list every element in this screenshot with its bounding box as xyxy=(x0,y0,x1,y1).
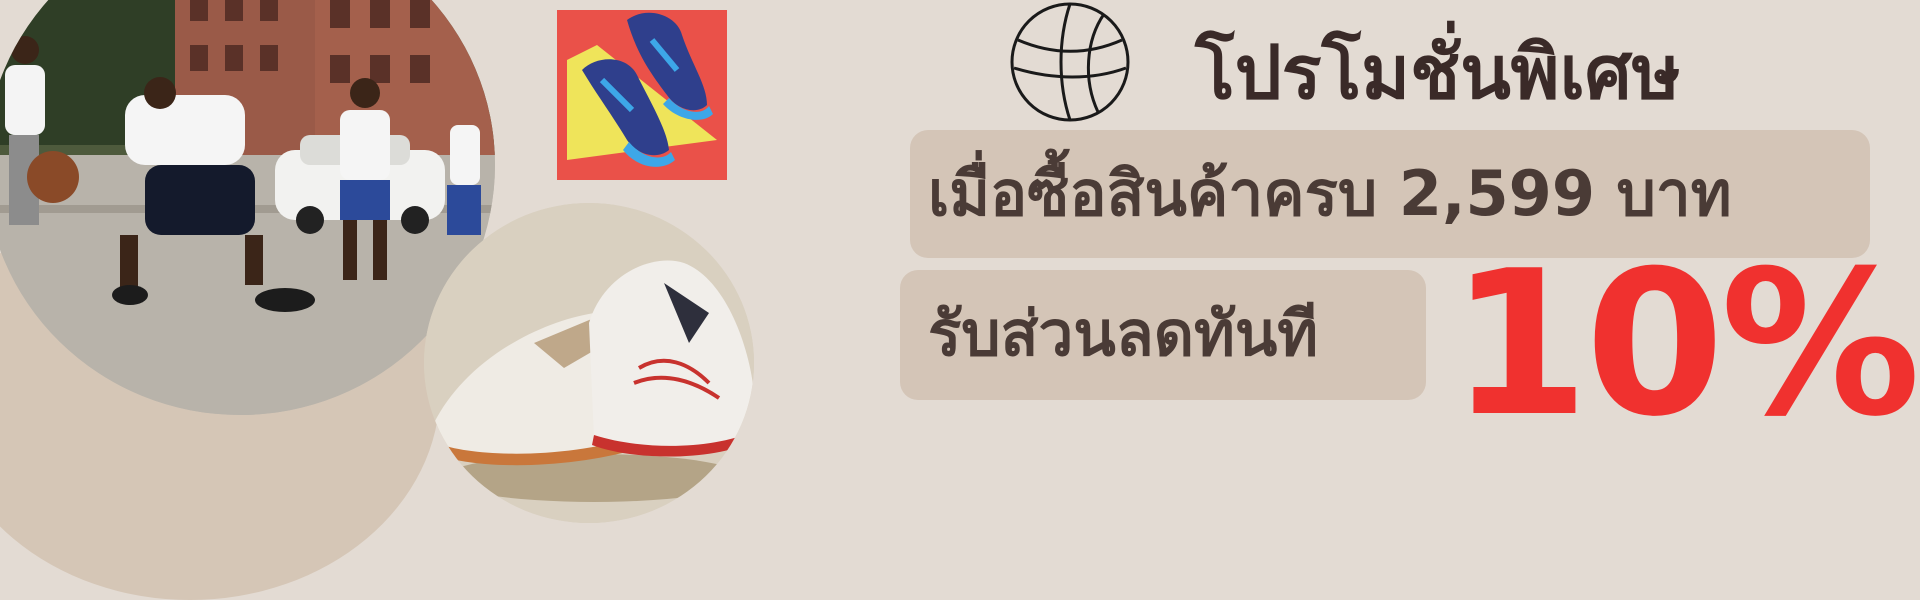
offer-text: รับส่วนลดทันที xyxy=(928,297,1319,370)
promo-title: โปรโมชั่นพิเศษ xyxy=(1195,30,1681,116)
sneaker-illustration-icon xyxy=(557,10,727,180)
white-sneaker-photo xyxy=(424,203,754,523)
offer-pill: รับส่วนลดทันที xyxy=(900,270,1426,400)
discount-value: 10% xyxy=(1450,228,1920,461)
basketball-outline-icon xyxy=(1008,0,1132,124)
